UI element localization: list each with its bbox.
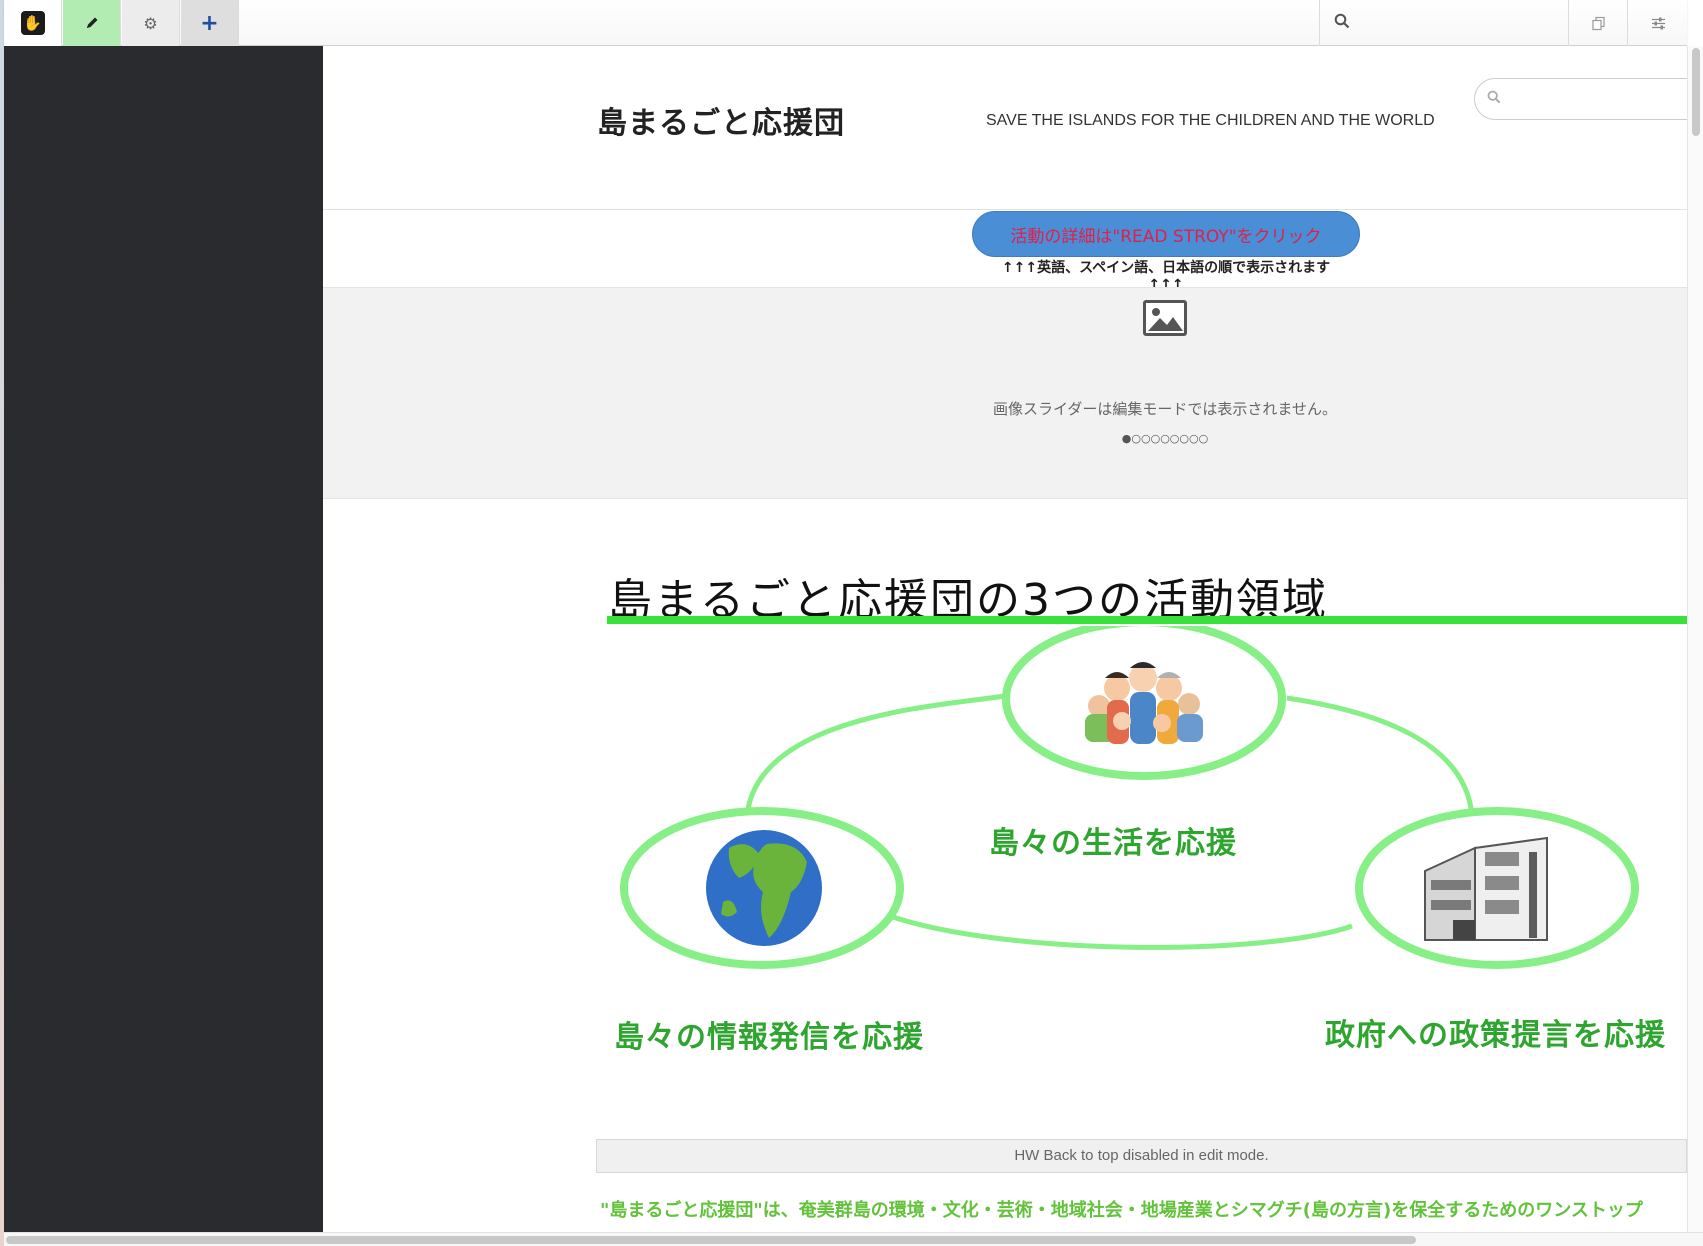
slider-message: 画像スライダーは編集モードでは表示されません。 bbox=[993, 400, 1337, 418]
search-icon bbox=[1487, 90, 1501, 104]
search-icon bbox=[1334, 13, 1350, 29]
cms-toolbar: ✋ ⚙ + bbox=[4, 0, 1687, 46]
dashboard-button[interactable] bbox=[1629, 0, 1687, 46]
header-divider bbox=[323, 209, 1687, 210]
copy-pages-icon bbox=[1592, 16, 1605, 30]
activity-label-information: 島々の情報発信を応援 bbox=[614, 1020, 924, 1055]
gear-icon: ⚙ bbox=[143, 13, 158, 33]
concrete-hand-logo-icon: ✋ bbox=[20, 11, 45, 35]
cms-sidebar-panel bbox=[4, 46, 323, 1232]
vertical-scroll-thumb[interactable] bbox=[1692, 48, 1700, 136]
back-to-top-placeholder: HW Back to top disabled in edit mode. bbox=[596, 1139, 1687, 1173]
plus-icon: + bbox=[200, 10, 219, 36]
intro-paragraph: "島まるごと応援団"は、奄美群島の環境・文化・芸術・地域社会・地場産業とシマグチ… bbox=[600, 1200, 1643, 1221]
read-story-button[interactable]: 活動の詳細は"READ STROY"をクリック bbox=[972, 211, 1360, 257]
page-settings-button[interactable]: ⚙ bbox=[122, 0, 180, 46]
toolbar-search-input[interactable] bbox=[1360, 8, 1560, 38]
page-content: 島まるごと応援団 SAVE THE ISLANDS FOR THE CHILDR… bbox=[323, 46, 1687, 1232]
browser-frame: ✋ ⚙ + 島まるごと応援団 SAVE THE ISLANDS FOR THE … bbox=[0, 0, 1703, 1246]
vertical-scrollbar[interactable] bbox=[1687, 46, 1703, 1232]
edit-mode-button[interactable] bbox=[63, 0, 121, 46]
image-slider-placeholder[interactable]: 画像スライダーは編集モードでは表示されません。 ●○○○○○○○○ bbox=[323, 287, 1687, 499]
cms-logo-button[interactable]: ✋ bbox=[4, 0, 62, 46]
slider-pagination-dots[interactable]: ●○○○○○○○○ bbox=[883, 432, 1447, 445]
horizontal-scrollbar[interactable] bbox=[4, 1232, 1703, 1246]
toolbar-search[interactable] bbox=[1319, 0, 1569, 46]
heading-underline bbox=[607, 616, 1687, 624]
horizontal-scroll-thumb[interactable] bbox=[6, 1236, 1416, 1244]
add-block-button[interactable]: + bbox=[181, 0, 239, 46]
site-tagline: SAVE THE ISLANDS FOR THE CHILDREN AND TH… bbox=[986, 112, 1435, 129]
pencil-icon bbox=[86, 17, 97, 28]
site-title[interactable]: 島まるごと応援団 bbox=[597, 98, 845, 142]
image-icon bbox=[1143, 300, 1187, 336]
activity-label-life: 島々の生活を応援 bbox=[989, 826, 1237, 861]
site-search-input[interactable] bbox=[1474, 78, 1687, 120]
activities-diagram: 島々の生活を応援 島々の情報発信を応援 政府への政策提言を応援 bbox=[607, 618, 1687, 1055]
activity-label-policy: 政府への政策提言を応援 bbox=[1325, 1018, 1666, 1053]
sliders-icon bbox=[1651, 17, 1665, 29]
globe-icon bbox=[706, 830, 822, 946]
sitemap-button[interactable] bbox=[1570, 0, 1628, 46]
